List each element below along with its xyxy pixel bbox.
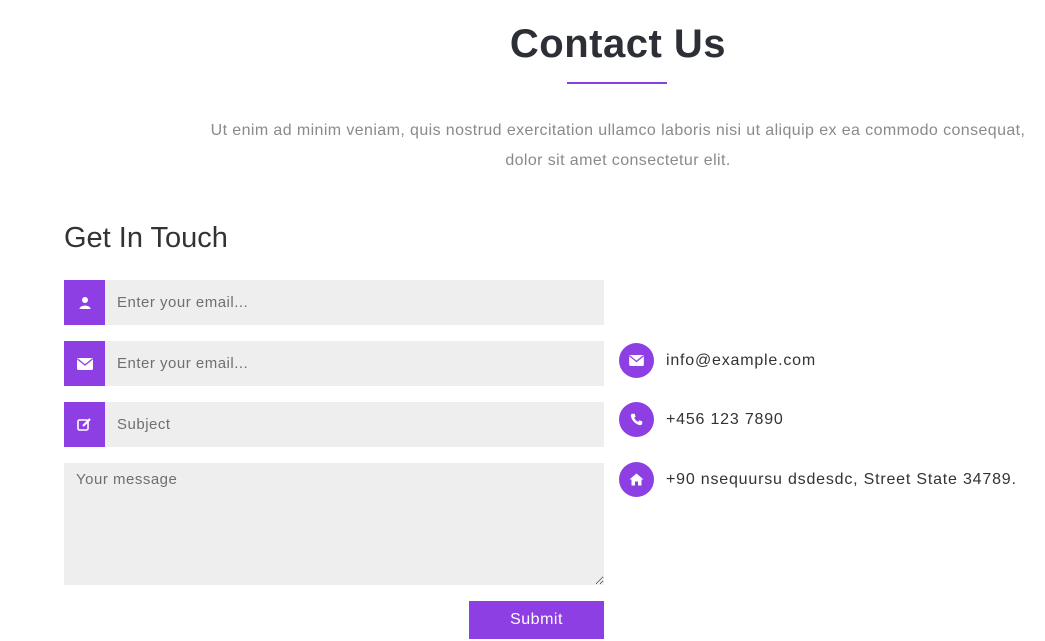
name-field: [64, 280, 604, 325]
intro-text: Ut enim ad minim veniam, quis nostrud ex…: [210, 122, 1026, 169]
home-icon: [619, 462, 654, 497]
envelope-icon: [64, 341, 105, 386]
page-title: Contact Us: [509, 22, 727, 66]
message-textarea[interactable]: [64, 463, 604, 585]
subject-field: [64, 402, 604, 447]
email-input[interactable]: [105, 341, 604, 386]
contact-address-text: +90 nsequursu dsdesdc, Street State 3478…: [666, 470, 1017, 488]
contact-address: +90 nsequursu dsdesdc, Street State 3478…: [619, 462, 1017, 497]
user-icon: [64, 280, 105, 325]
edit-icon: [64, 402, 105, 447]
get-in-touch-heading: Get In Touch: [64, 222, 228, 254]
contact-phone-text[interactable]: +456 123 7890: [666, 411, 784, 429]
contact-email: info@example.com: [619, 343, 816, 378]
name-input[interactable]: [105, 280, 604, 325]
phone-icon: [619, 402, 654, 437]
subject-input[interactable]: [105, 402, 604, 447]
contact-phone: +456 123 7890: [619, 402, 784, 437]
email-field: [64, 341, 604, 386]
contact-email-text[interactable]: info@example.com: [666, 352, 816, 370]
title-underline: [567, 82, 667, 84]
envelope-icon: [619, 343, 654, 378]
submit-button[interactable]: Submit: [469, 601, 604, 639]
